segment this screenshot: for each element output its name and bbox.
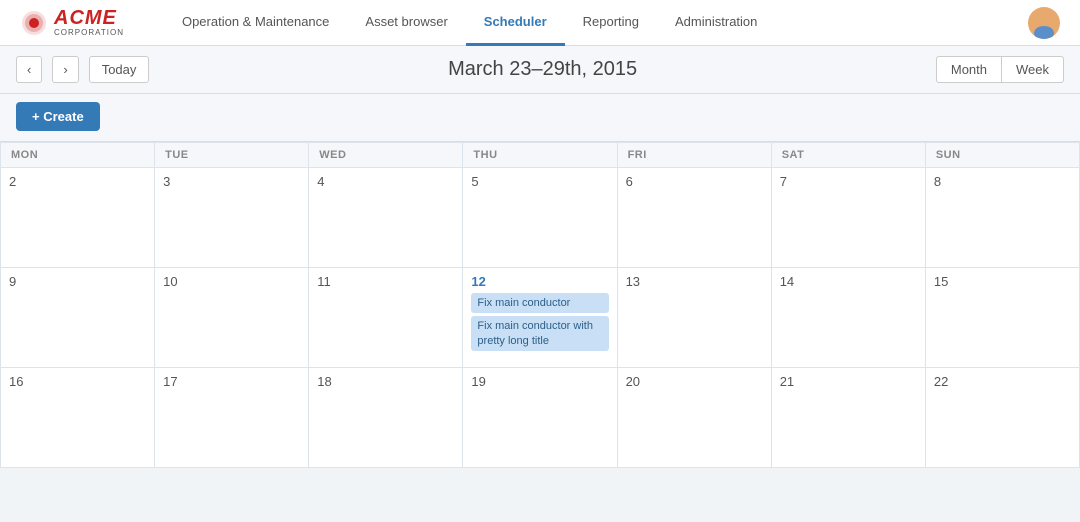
day-number: 22 [934,374,1071,389]
nav-asset-browser[interactable]: Asset browser [347,0,465,46]
day-number: 20 [626,374,763,389]
day-header-mon: MON [1,143,155,168]
day-cell[interactable]: 8 [926,168,1080,268]
calendar: MONTUEWEDTHUFRISATSUN 2 3 4 5 6 7 8 9 10 11 12 Fix m… [0,142,1080,468]
nav-administration[interactable]: Administration [657,0,775,46]
day-number: 5 [471,174,608,189]
month-view-button[interactable]: Month [936,56,1002,83]
day-cell[interactable]: 3 [155,168,309,268]
day-cell[interactable]: 10 [155,268,309,368]
day-number: 2 [9,174,146,189]
logo: ACME CORPORATION [20,8,124,37]
main-nav: Operation & Maintenance Asset browser Sc… [164,0,1028,46]
day-cell[interactable]: 20 [618,368,772,468]
day-cell[interactable]: 13 [618,268,772,368]
day-number: 11 [317,274,454,289]
day-cell[interactable]: 5 [463,168,617,268]
day-cell[interactable]: 22 [926,368,1080,468]
acme-logo-icon [20,9,48,37]
calendar-event[interactable]: Fix main conductor with pretty long titl… [471,316,608,351]
calendar-toolbar: ‹ › Today March 23–29th, 2015 Month Week [0,46,1080,94]
day-header-sun: SUN [926,143,1080,168]
day-cell[interactable]: 14 [772,268,926,368]
day-number: 4 [317,174,454,189]
day-number: 13 [626,274,763,289]
day-cell[interactable]: 11 [309,268,463,368]
calendar-grid: MONTUEWEDTHUFRISATSUN 2 3 4 5 6 7 8 9 10 11 12 Fix m… [0,142,1080,468]
day-number: 10 [163,274,300,289]
day-header-sat: SAT [772,143,926,168]
day-cell[interactable]: 2 [1,168,155,268]
day-number: 15 [934,274,1071,289]
day-cell[interactable]: 9 [1,268,155,368]
create-bar: + Create [0,94,1080,142]
calendar-event[interactable]: Fix main conductor [471,293,608,313]
day-number: 21 [780,374,917,389]
header: ACME CORPORATION Operation & Maintenance… [0,0,1080,46]
create-button[interactable]: + Create [16,102,100,131]
nav-reporting[interactable]: Reporting [565,0,657,46]
logo-acme: ACME [54,8,124,28]
today-button[interactable]: Today [89,56,150,83]
day-cell[interactable]: 21 [772,368,926,468]
user-section [1028,7,1060,39]
day-header-thu: THU [463,143,617,168]
day-number: 14 [780,274,917,289]
day-number: 18 [317,374,454,389]
view-toggle: Month Week [936,56,1064,83]
day-cell[interactable]: 15 [926,268,1080,368]
day-cell[interactable]: 19 [463,368,617,468]
day-header-wed: WED [309,143,463,168]
day-cell[interactable]: 18 [309,368,463,468]
day-cell[interactable]: 7 [772,168,926,268]
day-cell[interactable]: 4 [309,168,463,268]
day-number: 17 [163,374,300,389]
next-button[interactable]: › [52,56,78,83]
week-view-button[interactable]: Week [1002,56,1064,83]
day-header-fri: FRI [618,143,772,168]
avatar-icon [1028,7,1060,39]
prev-button[interactable]: ‹ [16,56,42,83]
day-cell[interactable]: 16 [1,368,155,468]
day-header-tue: TUE [155,143,309,168]
day-number: 8 [934,174,1071,189]
avatar[interactable] [1028,7,1060,39]
day-number: 3 [163,174,300,189]
nav-scheduler[interactable]: Scheduler [466,0,565,46]
day-cell[interactable]: 17 [155,368,309,468]
date-title: March 23–29th, 2015 [159,58,925,81]
day-number: 6 [626,174,763,189]
nav-operation[interactable]: Operation & Maintenance [164,0,347,46]
day-number: 12 [471,274,608,289]
page-wrapper: ACME CORPORATION Operation & Maintenance… [0,0,1080,522]
day-cell[interactable]: 6 [618,168,772,268]
day-number: 7 [780,174,917,189]
logo-corporation: CORPORATION [54,28,124,37]
day-number: 19 [471,374,608,389]
day-number: 16 [9,374,146,389]
day-number: 9 [9,274,146,289]
day-cell[interactable]: 12 Fix main conductor Fix main conductor w… [463,268,617,368]
logo-text: ACME CORPORATION [54,8,124,37]
